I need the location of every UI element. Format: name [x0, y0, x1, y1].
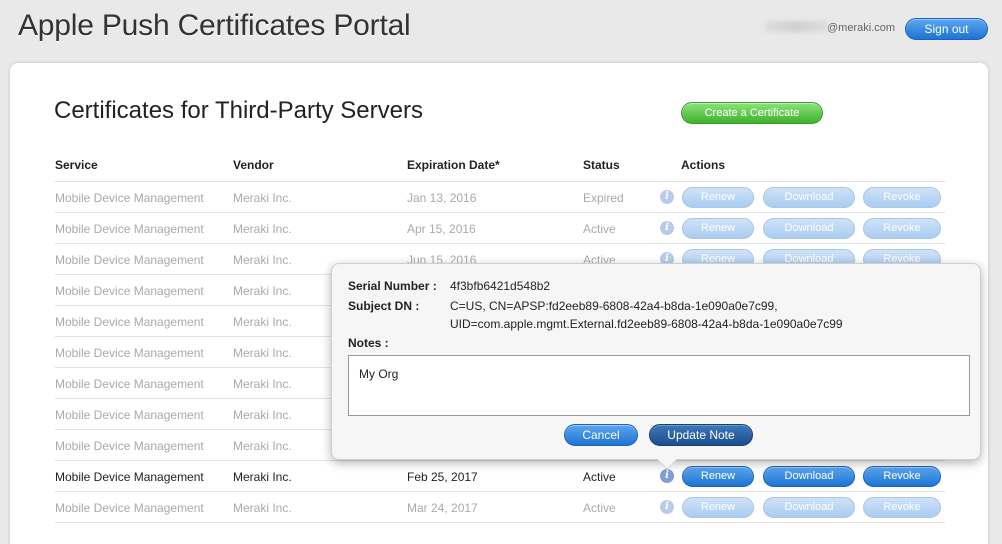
info-icon[interactable]: i [660, 469, 674, 483]
service-cell: Mobile Device Management [55, 222, 204, 236]
revoke-button[interactable]: Revoke [863, 187, 941, 208]
vendor-cell: Meraki Inc. [233, 470, 292, 484]
status-cell: Active [583, 501, 616, 515]
subject-dn-line-1: C=US, CN=APSP:fd2eeb89-6808-42a4-b8da-1e… [450, 299, 778, 313]
user-email: @meraki.com [764, 21, 895, 34]
subject-dn-line-2: UID=com.apple.mgmt.External.fd2eeb89-680… [450, 317, 843, 331]
vendor-cell: Meraki Inc. [233, 191, 292, 205]
download-button[interactable]: Download [763, 497, 855, 518]
expiration-cell: Jan 13, 2016 [407, 191, 477, 205]
vendor-cell: Meraki Inc. [233, 346, 292, 360]
column-header-actions: Actions [681, 158, 726, 172]
expiration-cell: Feb 25, 2017 [407, 470, 478, 484]
download-button[interactable]: Download [763, 187, 855, 208]
top-bar: Apple Push Certificates Portal @meraki.c… [0, 0, 1002, 60]
update-note-button[interactable]: Update Note [649, 424, 753, 446]
user-email-domain: @meraki.com [826, 22, 895, 34]
vendor-cell: Meraki Inc. [233, 253, 292, 267]
table-row: Mobile Device Management Meraki Inc. Jan 1… [55, 182, 945, 213]
status-cell: Expired [583, 191, 624, 205]
service-cell: Mobile Device Management [55, 501, 204, 515]
renew-button[interactable]: Renew [682, 466, 754, 487]
create-certificate-button[interactable]: Create a Certificate [681, 102, 823, 124]
table-row: Mobile Device Management Meraki Inc. Feb 2… [55, 461, 945, 492]
download-button[interactable]: Download [763, 466, 855, 487]
service-cell: Mobile Device Management [55, 284, 204, 298]
vendor-cell: Meraki Inc. [233, 408, 292, 422]
renew-button[interactable]: Renew [682, 187, 754, 208]
info-icon[interactable]: i [660, 221, 674, 235]
vendor-cell: Meraki Inc. [233, 222, 292, 236]
subject-dn-label: Subject DN : [348, 299, 420, 313]
vendor-cell: Meraki Inc. [233, 439, 292, 453]
table-header: Service Vendor Expiration Date* Status A… [55, 150, 945, 182]
certificate-details-popover: Serial Number : 4f3bfb6421d548b2 Subject… [331, 263, 981, 470]
status-cell: Active [583, 222, 616, 236]
revoke-button[interactable]: Revoke [863, 466, 941, 487]
vendor-cell: Meraki Inc. [233, 501, 292, 515]
service-cell: Mobile Device Management [55, 346, 204, 360]
column-header-service: Service [55, 158, 98, 172]
vendor-cell: Meraki Inc. [233, 315, 292, 329]
sign-out-button[interactable]: Sign out [905, 18, 988, 40]
table-row: Mobile Device Management Meraki Inc. Mar 2… [55, 492, 945, 523]
status-cell: Active [583, 470, 616, 484]
renew-button[interactable]: Renew [682, 218, 754, 239]
table-row: Mobile Device Management Meraki Inc. Apr 1… [55, 213, 945, 244]
expiration-cell: Mar 24, 2017 [407, 501, 478, 515]
service-cell: Mobile Device Management [55, 253, 204, 267]
notes-label: Notes : [348, 336, 389, 350]
info-icon[interactable]: i [660, 190, 674, 204]
serial-number-value: 4f3bfb6421d548b2 [450, 279, 551, 293]
download-button[interactable]: Download [763, 218, 855, 239]
serial-number-label: Serial Number : [348, 279, 437, 293]
service-cell: Mobile Device Management [55, 191, 204, 205]
column-header-expiration[interactable]: Expiration Date* [407, 158, 500, 172]
renew-button[interactable]: Renew [682, 497, 754, 518]
service-cell: Mobile Device Management [55, 315, 204, 329]
column-header-vendor: Vendor [233, 158, 274, 172]
revoke-button[interactable]: Revoke [863, 218, 941, 239]
expiration-cell: Apr 15, 2016 [407, 222, 476, 236]
notes-textarea[interactable]: My Org [348, 355, 970, 416]
vendor-cell: Meraki Inc. [233, 377, 292, 391]
redacted-username [764, 21, 827, 32]
service-cell: Mobile Device Management [55, 470, 204, 484]
service-cell: Mobile Device Management [55, 408, 204, 422]
section-title: Certificates for Third-Party Servers [54, 97, 423, 124]
service-cell: Mobile Device Management [55, 439, 204, 453]
vendor-cell: Meraki Inc. [233, 284, 292, 298]
app-title: Apple Push Certificates Portal [18, 9, 411, 42]
column-header-status: Status [583, 158, 620, 172]
info-icon[interactable]: i [660, 500, 674, 514]
revoke-button[interactable]: Revoke [863, 497, 941, 518]
service-cell: Mobile Device Management [55, 377, 204, 391]
cancel-button[interactable]: Cancel [564, 424, 638, 446]
